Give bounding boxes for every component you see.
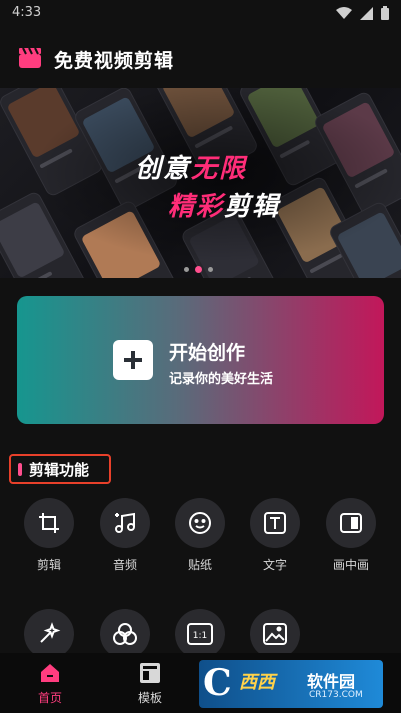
status-time: 4:33: [12, 5, 42, 20]
watermark-soft: 软件园: [307, 672, 356, 691]
section-accent-bar: [18, 463, 22, 476]
tool-label: 音频: [112, 558, 137, 572]
tool-label: 文字: [262, 558, 287, 572]
tool-effects-button[interactable]: [11, 609, 87, 659]
signal-icon: [360, 6, 373, 20]
magic-wand-icon: [40, 622, 61, 643]
image-icon: [263, 623, 287, 645]
banner-slogan-line1: 创意无限: [135, 154, 248, 184]
tool-label: 画中画: [332, 558, 369, 572]
tool-audio-button[interactable]: 音频: [87, 498, 163, 573]
tool-label: 剪辑: [36, 558, 61, 572]
music-note-icon: [115, 512, 135, 533]
plus-icon: [113, 340, 153, 380]
watermark-logo: C 西西 软件园 CR173.COM: [199, 660, 383, 708]
banner-dot[interactable]: [208, 267, 213, 272]
tool-label: 贴纸: [187, 558, 212, 572]
nav-label: 模板: [137, 691, 162, 705]
section-label: 剪辑功能: [29, 461, 90, 479]
battery-icon: [381, 6, 389, 20]
tool-pip-button[interactable]: 画中画: [313, 498, 389, 573]
banner-dot[interactable]: [184, 267, 189, 272]
tool-text-button[interactable]: 文字: [237, 498, 313, 573]
tool-ratio-button[interactable]: 1:1: [162, 609, 238, 659]
svg-text:1:1: 1:1: [193, 631, 207, 641]
clapperboard-icon: [19, 47, 41, 68]
crop-icon: [39, 513, 59, 533]
banner-page-indicator: [184, 266, 213, 273]
home-icon: [41, 664, 59, 682]
tool-filter-button[interactable]: [87, 609, 163, 659]
app-header: 免费视频剪辑: [0, 36, 401, 80]
watermark-url: CR173.COM: [309, 690, 363, 700]
tool-background-button[interactable]: [237, 609, 313, 659]
template-icon: [140, 663, 160, 683]
start-creating-subtitle: 记录你的美好生活: [169, 372, 274, 387]
section-title: 剪辑功能: [9, 454, 111, 484]
status-icons: [336, 6, 389, 20]
tool-crop-button[interactable]: 剪辑: [11, 498, 87, 573]
app-title: 免费视频剪辑: [54, 50, 175, 72]
nav-home[interactable]: 首页: [10, 653, 90, 713]
banner-dot-active[interactable]: [195, 266, 202, 273]
nav-label: 首页: [37, 691, 62, 705]
filter-circles-icon: [113, 623, 137, 645]
nav-templates[interactable]: 模板: [110, 653, 190, 713]
start-creating-button[interactable]: 开始创作 记录你的美好生活: [17, 296, 384, 424]
tool-sticker-button[interactable]: 贴纸: [162, 498, 238, 573]
watermark-letter: C: [203, 662, 232, 704]
picture-in-picture-icon: [340, 513, 362, 533]
text-box-icon: [264, 512, 286, 534]
ratio-1-1-icon: 1:1: [187, 623, 213, 645]
wifi-icon: [336, 6, 352, 19]
start-creating-title: 开始创作: [169, 342, 246, 364]
status-bar: 4:33: [0, 0, 401, 28]
sticker-face-icon: [189, 512, 211, 534]
banner-slogan-line2: 精彩剪辑: [168, 192, 281, 222]
watermark-brand: 西西: [239, 672, 275, 693]
